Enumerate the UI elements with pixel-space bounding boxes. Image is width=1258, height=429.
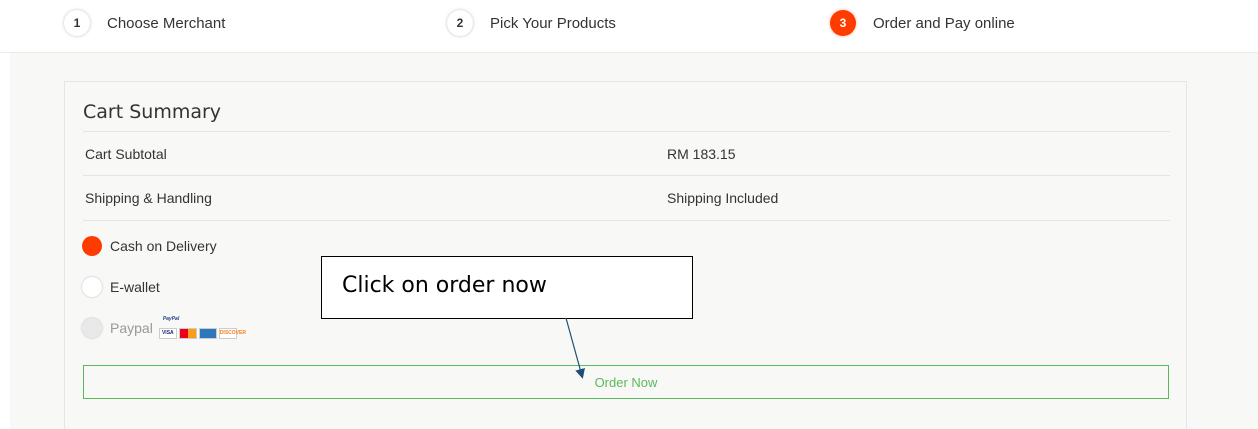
payment-option-ewallet[interactable]: E-wallet bbox=[82, 276, 160, 298]
paypal-radio[interactable] bbox=[82, 318, 102, 338]
discover-logo-icon: DISCOVER bbox=[218, 328, 246, 339]
step-number-3: 3 bbox=[830, 10, 856, 36]
shipping-value: Shipping Included bbox=[667, 190, 779, 206]
order-now-button[interactable]: Order Now bbox=[83, 365, 1169, 399]
summary-row-subtotal: Cart Subtotal RM 183.15 bbox=[83, 131, 1170, 176]
step-choose-merchant[interactable]: 1 Choose Merchant bbox=[64, 10, 225, 36]
cart-summary-title: Cart Summary bbox=[83, 101, 222, 123]
step-number-1: 1 bbox=[64, 10, 90, 36]
mastercard-logo-icon bbox=[178, 328, 197, 339]
step-order-pay[interactable]: 3 Order and Pay online bbox=[830, 10, 1015, 36]
ewallet-radio[interactable] bbox=[82, 277, 102, 297]
shipping-label: Shipping & Handling bbox=[85, 190, 212, 206]
checkout-steps: 1 Choose Merchant 2 Pick Your Products 3… bbox=[0, 0, 1258, 53]
subtotal-label: Cart Subtotal bbox=[85, 146, 167, 162]
paypal-label: Paypal bbox=[110, 320, 153, 336]
visa-logo-icon: VISA bbox=[158, 328, 177, 339]
card-logos: PayPal VISA DISCOVER bbox=[158, 316, 246, 339]
annotation-callout: Click on order now bbox=[321, 256, 693, 319]
cod-label: Cash on Delivery bbox=[110, 238, 217, 254]
payment-option-cod[interactable]: Cash on Delivery bbox=[82, 235, 217, 257]
step-label-3: Order and Pay online bbox=[873, 14, 1015, 32]
step-label-2: Pick Your Products bbox=[490, 14, 616, 32]
amex-logo-icon bbox=[198, 328, 217, 339]
payment-option-paypal[interactable]: Paypal PayPal VISA DISCOVER bbox=[82, 316, 246, 339]
step-label-1: Choose Merchant bbox=[107, 14, 226, 32]
cod-radio[interactable] bbox=[82, 236, 102, 256]
ewallet-label: E-wallet bbox=[110, 279, 160, 295]
annotation-text: Click on order now bbox=[342, 273, 547, 298]
paypal-logo-icon: PayPal bbox=[162, 316, 180, 322]
summary-row-shipping: Shipping & Handling Shipping Included bbox=[83, 175, 1170, 221]
step-number-2: 2 bbox=[447, 10, 473, 36]
step-pick-products[interactable]: 2 Pick Your Products bbox=[447, 10, 616, 36]
cart-summary-panel: Cart Summary Cart Subtotal RM 183.15 Shi… bbox=[64, 81, 1187, 429]
subtotal-value: RM 183.15 bbox=[667, 146, 736, 162]
